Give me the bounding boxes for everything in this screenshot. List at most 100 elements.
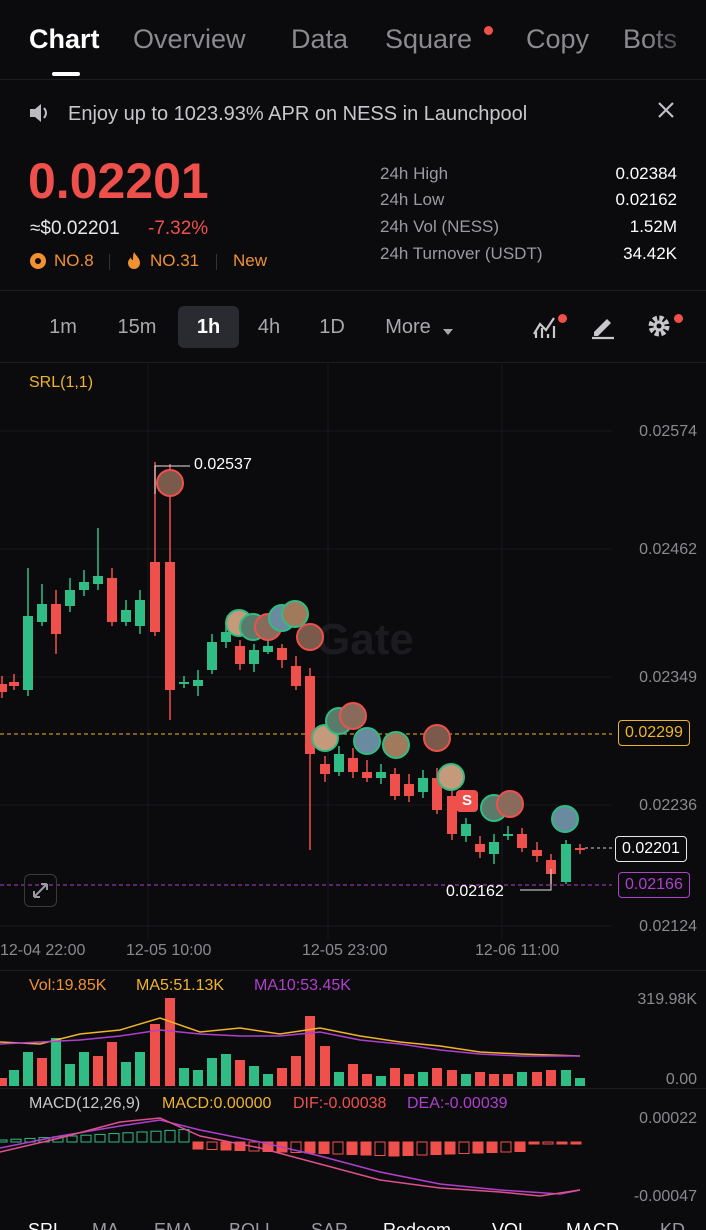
volume-bar (51, 1038, 61, 1086)
time-axis-label: 12-04 22:00 (0, 942, 86, 959)
trade-marker[interactable]: S (456, 790, 478, 812)
candle-body (277, 648, 287, 660)
volume-bar (546, 1070, 556, 1086)
volume-axis-bottom: 0.00 (665, 1071, 697, 1088)
candle-body (0, 684, 7, 692)
volume-bar (121, 1062, 131, 1086)
low-price-label: 0.02162 (446, 883, 504, 900)
divider (0, 1088, 706, 1089)
candle-body (249, 650, 259, 664)
volume-bar (249, 1066, 259, 1086)
stat-label: 24h High (380, 164, 449, 183)
candle-body (475, 844, 485, 852)
volume-bar (418, 1072, 428, 1086)
candlestick-chart[interactable]: Gate (0, 364, 706, 970)
user-avatar (423, 724, 451, 752)
volume-bar (489, 1074, 499, 1086)
candle-body (348, 758, 358, 772)
expand-icon[interactable] (24, 874, 57, 907)
macd-histogram-bar (122, 1132, 134, 1143)
tab-square[interactable]: Square (385, 24, 472, 55)
draw-icon[interactable] (590, 312, 616, 345)
candle-body (93, 576, 103, 584)
macd-histogram-bar (402, 1141, 414, 1156)
candle-body (9, 682, 19, 686)
user-avatar (353, 727, 381, 755)
volume-bar (461, 1074, 471, 1086)
last-price: 0.02201 (28, 153, 209, 209)
candle-body (107, 578, 117, 622)
interval-4h[interactable]: 4h (246, 306, 292, 348)
candle-body (320, 764, 330, 774)
price-axis-label: 0.02236 (639, 797, 697, 814)
dif-line (0, 1117, 581, 1197)
macd-histogram-bar (346, 1141, 358, 1155)
interval-15m[interactable]: 15m (106, 306, 168, 348)
macd-histogram-bar (220, 1141, 232, 1151)
macd-histogram-bar (332, 1141, 344, 1155)
macd-histogram-bar (416, 1141, 428, 1156)
indicator-tab-ema[interactable]: EMA (154, 1220, 193, 1230)
tab-chart[interactable]: Chart (29, 24, 100, 55)
candle-body (489, 842, 499, 854)
volume-bar (277, 1068, 287, 1086)
macd-value: MACD:0.00000 (162, 1095, 272, 1112)
candle-body (150, 562, 160, 632)
user-avatar (281, 600, 309, 628)
rank-badge[interactable]: NO.8 (54, 251, 94, 271)
settings-icon[interactable] (646, 312, 672, 345)
indicator-icon[interactable] (532, 312, 558, 345)
top-nav: Chart Overview Data Square Copy Bots (0, 0, 706, 80)
tab-copy[interactable]: Copy (526, 24, 589, 55)
chevron-down-icon[interactable] (442, 323, 454, 341)
purple-level-badge: 0.02166 (618, 872, 690, 898)
stat-value: 0.02162 (615, 190, 677, 209)
user-avatar (437, 763, 465, 791)
volume-bar (193, 1070, 203, 1086)
candle-body (207, 642, 217, 670)
indicator-tab-srl[interactable]: SRL (28, 1220, 63, 1230)
indicator-tab-boll[interactable]: BOLL (229, 1220, 275, 1230)
macd-histogram-bar (444, 1141, 456, 1155)
banner-text: Enjoy up to 1023.93% APR on NESS in Laun… (68, 103, 528, 125)
candle-body (291, 666, 301, 686)
stat-value: 0.02384 (615, 164, 677, 183)
tab-data[interactable]: Data (291, 24, 348, 55)
new-badge: New (233, 251, 268, 270)
indicator-tab-kd[interactable]: KD (660, 1220, 685, 1230)
candle-body (263, 646, 273, 652)
time-axis-label: 12-05 10:00 (126, 942, 212, 959)
candle-body (404, 784, 414, 796)
indicator-tab-ma[interactable]: MA (92, 1220, 119, 1230)
indicator-tab-sar[interactable]: SAR (311, 1220, 348, 1230)
volume-bar (475, 1072, 485, 1086)
launchpool-banner[interactable]: Enjoy up to 1023.93% APR on NESS in Laun… (0, 92, 706, 136)
indicator-tab-macd[interactable]: MACD (566, 1220, 619, 1230)
candle-body (532, 850, 542, 856)
macd-axis-top: 0.00022 (639, 1110, 697, 1127)
interval-1m[interactable]: 1m (38, 306, 88, 348)
interval-1d[interactable]: 1D (308, 306, 356, 348)
user-avatar (156, 469, 184, 497)
volume-bar (263, 1074, 273, 1086)
interval-1h[interactable]: 1h (178, 306, 239, 348)
hot-rank-badge[interactable]: NO.31 (150, 251, 199, 271)
divider (0, 362, 706, 363)
candle-body (65, 590, 75, 606)
stat-label: 24h Low (380, 190, 445, 209)
close-icon[interactable] (656, 100, 676, 126)
macd-histogram-bar (472, 1141, 484, 1154)
volume-bar (334, 1072, 344, 1086)
candle-body (362, 772, 372, 778)
divider (109, 254, 110, 270)
indicator-tab-vol[interactable]: VOL (492, 1220, 528, 1230)
tab-overview[interactable]: Overview (133, 24, 246, 55)
macd-histogram-bar (542, 1141, 554, 1145)
candle-body (37, 604, 47, 622)
dif-value: DIF:-0.00038 (293, 1095, 387, 1112)
indicator-tab-redeem[interactable]: Redeem (383, 1220, 451, 1230)
stat-label: 24h Vol (NESS) (380, 217, 500, 236)
volume-bar (291, 1056, 301, 1086)
fire-icon (126, 251, 142, 275)
interval-more[interactable]: More (378, 306, 438, 348)
